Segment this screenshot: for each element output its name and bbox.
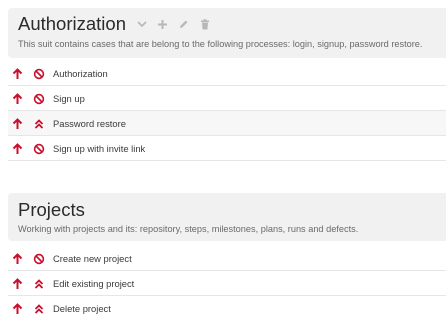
case-row[interactable]: Authorization [8,61,446,86]
arrow-up-icon [12,277,23,289]
case-name: Sign up with invite link [53,142,146,154]
blocker-icon [33,142,45,155]
case-row[interactable]: Sign up with invite link [8,136,446,161]
case-name: Sign up [53,92,85,104]
suite-title-row: Projects [18,193,446,225]
arrow-up-icon [12,92,23,104]
arrow-up-icon [12,67,23,79]
suite-description: This suit contains cases that are belong… [18,39,423,49]
trash-icon[interactable] [199,18,211,30]
suite-projects: Projects Working with projects and its: … [8,193,446,320]
arrow-up-icon [12,302,23,314]
arrow-up-icon [12,142,23,154]
case-row[interactable]: Sign up [8,86,446,111]
case-name: Create new project [53,252,132,264]
case-row[interactable]: Edit existing project [8,271,446,296]
critical-icon [33,117,45,129]
case-row[interactable]: Delete project [8,296,446,320]
suite-header: Projects Working with projects and its: … [8,193,446,241]
case-name: Authorization [53,67,108,79]
blocker-icon [33,252,45,265]
suite-title: Projects [18,199,85,220]
chevron-down-icon[interactable] [136,18,148,30]
blocker-icon [33,92,45,105]
add-icon[interactable] [157,18,169,30]
suite-description: Working with projects and its: repositor… [18,224,359,234]
critical-icon [33,302,45,314]
case-list: Authorization Sign up Password restore S… [8,61,446,161]
arrow-up-icon [12,117,23,129]
edit-pencil-icon[interactable] [178,18,190,30]
case-list: Create new project Edit existing project… [8,246,446,320]
suite-header: Authorization This suit contains cases t… [8,8,446,58]
case-name: Edit existing project [53,277,135,289]
suite-authorization: Authorization This suit contains cases t… [8,8,446,161]
suite-tools [136,18,211,30]
case-row[interactable]: Create new project [8,246,446,271]
suite-title: Authorization [18,13,126,34]
blocker-icon [33,67,45,80]
arrow-up-icon [12,252,23,264]
critical-icon [33,277,45,289]
case-row[interactable]: Password restore [8,111,446,136]
case-name: Delete project [53,302,111,314]
case-name: Password restore [53,117,126,129]
suite-title-row: Authorization [18,8,446,39]
